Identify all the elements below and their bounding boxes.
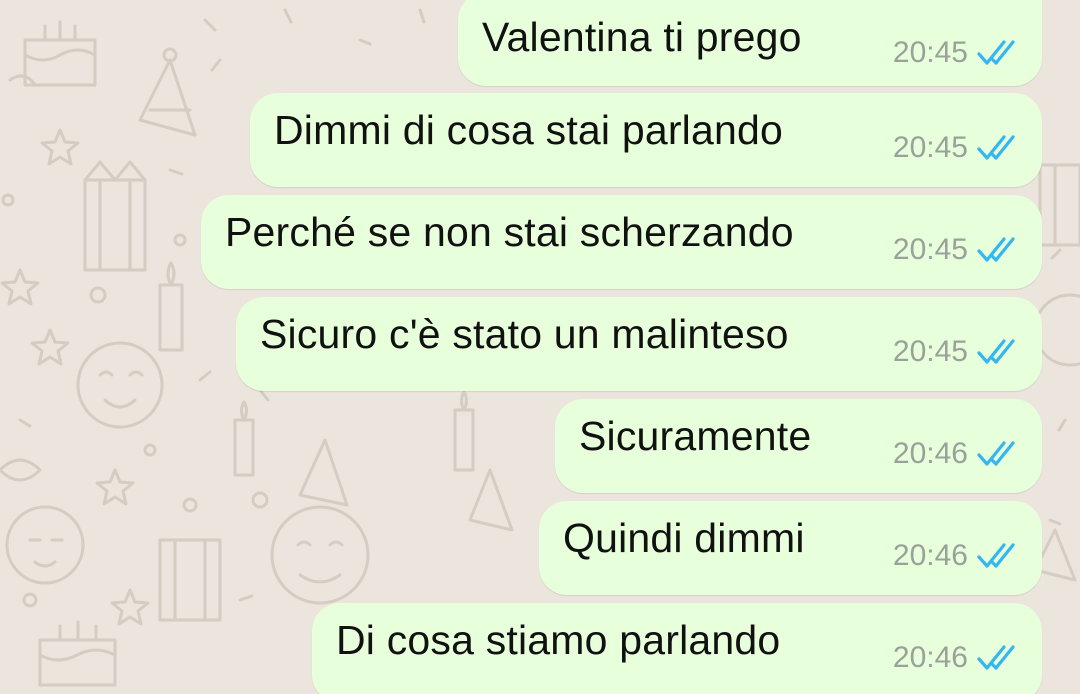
read-double-tick-icon	[977, 339, 1015, 364]
outgoing-message[interactable]: Sicuramente 20:46	[555, 399, 1042, 493]
message-time: 20:45	[892, 131, 968, 164]
message-time: 20:46	[892, 641, 968, 674]
message-text: Sicuramente	[579, 413, 812, 459]
outgoing-message[interactable]: Di cosa stiamo parlando 20:46	[312, 603, 1042, 694]
message-time: 20:45	[892, 36, 968, 69]
outgoing-message[interactable]: Dimmi di cosa stai parlando 20:45	[250, 93, 1042, 187]
message-text: Di cosa stiamo parlando	[336, 617, 781, 663]
read-double-tick-icon	[977, 645, 1015, 670]
message-text: Valentina ti prego	[482, 14, 802, 60]
read-double-tick-icon	[977, 40, 1015, 65]
message-list[interactable]: Valentina ti prego 20:45 Dimmi di cosa s…	[0, 0, 1080, 694]
message-time: 20:46	[892, 539, 968, 572]
read-double-tick-icon	[977, 135, 1015, 160]
message-text: Perché se non stai scherzando	[225, 209, 794, 255]
message-text: Quindi dimmi	[563, 515, 805, 561]
message-time: 20:45	[892, 335, 968, 368]
outgoing-message[interactable]: Perché se non stai scherzando 20:45	[201, 195, 1042, 289]
message-text: Dimmi di cosa stai parlando	[274, 107, 783, 153]
read-double-tick-icon	[977, 441, 1015, 466]
message-time: 20:45	[892, 233, 968, 266]
outgoing-message[interactable]: Quindi dimmi 20:46	[539, 501, 1042, 595]
read-double-tick-icon	[977, 543, 1015, 568]
read-double-tick-icon	[977, 237, 1015, 262]
message-time: 20:46	[892, 437, 968, 470]
message-text: Sicuro c'è stato un malinteso	[260, 311, 789, 357]
outgoing-message[interactable]: Sicuro c'è stato un malinteso 20:45	[236, 297, 1042, 391]
outgoing-message[interactable]: Valentina ti prego 20:45	[458, 0, 1042, 86]
